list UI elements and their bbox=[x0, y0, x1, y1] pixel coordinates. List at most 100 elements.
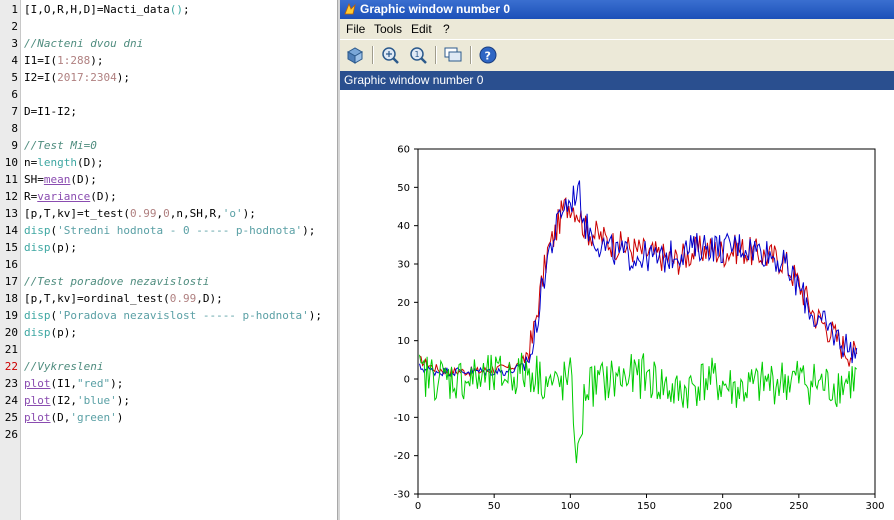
code-line[interactable]: 24 plot(I2,'blue'); bbox=[0, 392, 337, 409]
datatip-icon[interactable] bbox=[442, 44, 464, 66]
line-text: R=variance(D); bbox=[24, 188, 117, 205]
code-token: plot bbox=[24, 411, 51, 424]
menu-tools[interactable]: Tools bbox=[374, 22, 402, 36]
y-tick-label: 60 bbox=[397, 145, 410, 156]
code-line[interactable]: 2 bbox=[0, 18, 337, 35]
code-token: disp bbox=[24, 326, 51, 339]
window-title: Graphic window number 0 bbox=[360, 2, 511, 16]
y-tick-label: -10 bbox=[394, 413, 410, 424]
line-text: //Vykresleni bbox=[24, 358, 103, 375]
figure-tab[interactable]: Graphic window number 0 bbox=[340, 71, 894, 90]
code-line[interactable]: 21 bbox=[0, 341, 337, 358]
code-token: [I,O,R,H,D]=Nacti_data bbox=[24, 3, 170, 16]
line-chart[interactable]: -30 -20 -10 0 10 20 30 40 50 60 0 50 100 150 200 250 300 bbox=[340, 90, 894, 520]
line-text: [p,T,kv]=ordinal_test(0.99,D); bbox=[24, 290, 223, 307]
line-number: 20 bbox=[4, 326, 18, 339]
scilab-icon bbox=[344, 3, 356, 15]
code-line[interactable]: 10 n=length(D); bbox=[0, 154, 337, 171]
series-line bbox=[419, 180, 858, 377]
code-line[interactable]: 7 D=I1-I2; bbox=[0, 103, 337, 120]
code-token: [p,T,kv]=t_test( bbox=[24, 207, 130, 220]
unzoom-icon[interactable]: 1 bbox=[407, 44, 429, 66]
code-token: ; bbox=[182, 3, 190, 16]
code-token: disp bbox=[24, 224, 51, 237]
line-number: 25 bbox=[4, 411, 18, 424]
code-token: "red" bbox=[77, 377, 111, 390]
code-token: plot bbox=[24, 377, 51, 390]
code-line[interactable]: 13 [p,T,kv]=t_test(0.99,0,n,SH,R,'o'); bbox=[0, 205, 337, 222]
code-token: ,n,SH,R, bbox=[169, 207, 223, 220]
code-line[interactable]: 6 bbox=[0, 86, 337, 103]
code-line[interactable]: 14 disp('Stredni hodnota - 0 ----- p-hodn… bbox=[0, 222, 337, 239]
code-line[interactable]: 16 bbox=[0, 256, 337, 273]
code-line[interactable]: 1 [I,O,R,H,D]=Nacti_data(); bbox=[0, 1, 337, 18]
code-token: ); bbox=[302, 224, 316, 237]
line-number: 1 bbox=[11, 3, 18, 16]
line-number: 16 bbox=[4, 258, 18, 271]
line-text: [I,O,R,H,D]=Nacti_data(); bbox=[24, 1, 190, 18]
y-tick-label: 40 bbox=[397, 221, 410, 232]
code-token: n= bbox=[24, 156, 38, 169]
line-number: 4 bbox=[11, 54, 18, 67]
code-line[interactable]: 19 disp('Poradova nezavislost ----- p-hod… bbox=[0, 307, 337, 324]
x-tick-label: 150 bbox=[637, 501, 656, 512]
code-line[interactable]: 15 disp(p); bbox=[0, 239, 337, 256]
rotate-icon[interactable] bbox=[344, 44, 366, 66]
code-token: length bbox=[37, 156, 77, 169]
line-text: n=length(D); bbox=[24, 154, 104, 171]
code-lines[interactable]: 1 [I,O,R,H,D]=Nacti_data(); 2 3//Nacteni dv… bbox=[0, 0, 337, 520]
code-line[interactable]: 11 SH=mean(D); bbox=[0, 171, 337, 188]
line-number: 15 bbox=[4, 241, 18, 254]
code-line[interactable]: 9 //Test Mi=0 bbox=[0, 137, 337, 154]
code-line[interactable]: 4 I1=I(1:288); bbox=[0, 52, 337, 69]
code-editor[interactable]: 1 [I,O,R,H,D]=Nacti_data(); 2 3//Nacteni dv… bbox=[0, 0, 337, 520]
menu-file[interactable]: File bbox=[346, 22, 365, 36]
code-token: R= bbox=[24, 190, 38, 203]
code-token: [p,T,kv]=ordinal_test( bbox=[24, 292, 170, 305]
code-token: 'Poradova nezavislost ----- p-hodnota' bbox=[57, 309, 309, 322]
toolbar: 1 ? bbox=[340, 39, 894, 72]
menu-help[interactable]: ? bbox=[443, 22, 450, 36]
line-number: 19 bbox=[4, 309, 18, 322]
toolbar-separator bbox=[435, 46, 437, 64]
code-line[interactable]: 3 //Nacteni dvou dni bbox=[0, 35, 337, 52]
graphic-window: Graphic window number 0 File Tools Edit … bbox=[340, 0, 894, 520]
code-token: 1:288 bbox=[57, 54, 91, 67]
line-number: 22 bbox=[4, 360, 18, 373]
line-text: //Test Mi=0 bbox=[24, 137, 97, 154]
code-line[interactable]: 22 //Vykresleni bbox=[0, 358, 337, 375]
code-line[interactable]: 8 bbox=[0, 120, 337, 137]
code-line[interactable]: 25 plot(D,'green') bbox=[0, 409, 337, 426]
code-token: ); bbox=[308, 309, 323, 322]
code-token: I2=I( bbox=[24, 71, 58, 84]
code-token: D=I1-I2; bbox=[24, 105, 77, 118]
code-line[interactable]: 26 bbox=[0, 426, 337, 443]
plot-canvas[interactable]: -30 -20 -10 0 10 20 30 40 50 60 0 50 100 150 200 250 300 bbox=[340, 90, 894, 520]
line-number: 5 bbox=[11, 71, 18, 84]
code-token: (D); bbox=[90, 190, 117, 203]
code-token: 0.99 bbox=[169, 292, 197, 305]
line-text: I1=I(1:288); bbox=[24, 52, 104, 69]
code-line[interactable]: 17 //Test poradove nezavislosti bbox=[0, 273, 337, 290]
zoom-icon[interactable] bbox=[379, 44, 401, 66]
code-token: 'green' bbox=[70, 411, 117, 424]
menu-edit[interactable]: Edit bbox=[411, 22, 432, 36]
line-text: disp(p); bbox=[24, 324, 77, 341]
line-text: [p,T,kv]=t_test(0.99,0,n,SH,R,'o'); bbox=[24, 205, 256, 222]
code-line[interactable]: 20 disp(p); bbox=[0, 324, 337, 341]
help-icon[interactable]: ? bbox=[477, 44, 499, 66]
window-titlebar[interactable]: Graphic window number 0 bbox=[340, 0, 894, 19]
line-number: 17 bbox=[4, 275, 18, 288]
line-text: //Nacteni dvou dni bbox=[24, 35, 143, 52]
code-line[interactable]: 18 [p,T,kv]=ordinal_test(0.99,D); bbox=[0, 290, 337, 307]
code-line[interactable]: 12 R=variance(D); bbox=[0, 188, 337, 205]
line-number: 18 bbox=[4, 292, 18, 305]
line-text: disp('Poradova nezavislost ----- p-hodno… bbox=[24, 307, 322, 324]
y-tick-label: -30 bbox=[394, 490, 410, 501]
y-tick-label: 30 bbox=[397, 260, 410, 271]
code-line[interactable]: 23 plot(I1,"red"); bbox=[0, 375, 337, 392]
line-text: //Test poradove nezavislosti bbox=[24, 273, 209, 290]
code-line[interactable]: 5 I2=I(2017:2304); bbox=[0, 69, 337, 86]
code-token: variance bbox=[37, 190, 91, 203]
line-text: plot(D,'green') bbox=[24, 409, 123, 426]
